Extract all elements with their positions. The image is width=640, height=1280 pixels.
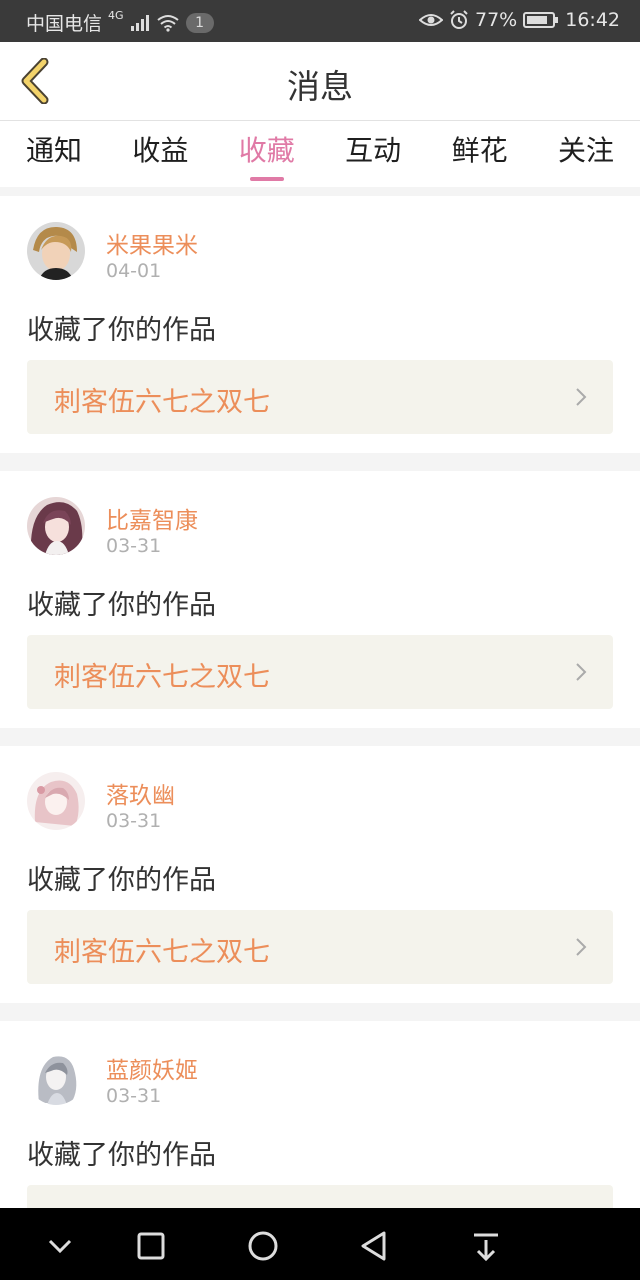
- tab-earnings[interactable]: 收益: [132, 121, 188, 187]
- square-icon: [137, 1232, 165, 1260]
- message-card: 蓝颜妖姬 03-31 收藏了你的作品: [0, 1021, 640, 1259]
- message-card: 比嘉智康 03-31 收藏了你的作品 刺客伍六七之双七: [0, 471, 640, 728]
- tab-favorites[interactable]: 收藏: [239, 121, 295, 187]
- message-date: 04-01: [106, 260, 162, 282]
- status-bar: 中国电信 4G 1 77% 16:42: [0, 0, 640, 42]
- message-card: 米果果米 04-01 收藏了你的作品 刺客伍六七之双七: [0, 196, 640, 453]
- tab-notifications[interactable]: 通知: [26, 121, 82, 187]
- message-text: 收藏了你的作品: [27, 315, 216, 346]
- top-bar: 消息: [0, 42, 640, 121]
- avatar[interactable]: [27, 497, 85, 555]
- eye-icon: [419, 11, 443, 29]
- work-title: 刺客伍六七之双七: [54, 387, 270, 418]
- chevron-right-icon: [576, 938, 587, 956]
- clock: 16:42: [565, 9, 620, 31]
- avatar[interactable]: [27, 1047, 85, 1105]
- message-card: 落玖幽 03-31 收藏了你的作品 刺客伍六七之双七: [0, 746, 640, 1003]
- username[interactable]: 蓝颜妖姬: [106, 1051, 198, 1085]
- back-nav-button[interactable]: [354, 1226, 394, 1266]
- work-link[interactable]: 刺客伍六七之双七: [27, 635, 613, 709]
- message-date: 03-31: [106, 535, 162, 557]
- wifi-icon: [156, 14, 180, 32]
- username[interactable]: 比嘉智康: [106, 501, 198, 535]
- work-link[interactable]: 刺客伍六七之双七: [27, 910, 613, 984]
- hide-nav-button[interactable]: [40, 1226, 80, 1266]
- battery-icon: [523, 11, 559, 29]
- page-title: 消息: [287, 67, 353, 106]
- circle-icon: [248, 1231, 278, 1261]
- tab-interactions[interactable]: 互动: [345, 121, 401, 187]
- work-title: 刺客伍六七之双七: [54, 937, 270, 968]
- chevron-right-icon: [576, 663, 587, 681]
- chevron-right-icon: [576, 388, 587, 406]
- message-date: 03-31: [106, 810, 162, 832]
- triangle-back-icon: [361, 1231, 386, 1261]
- tab-follows[interactable]: 关注: [558, 121, 614, 187]
- message-date: 03-31: [106, 1085, 162, 1107]
- work-title: 刺客伍六七之双七: [54, 662, 270, 693]
- battery-percent: 77%: [475, 9, 518, 31]
- avatar[interactable]: [27, 772, 85, 830]
- notification-pull-button[interactable]: [466, 1226, 506, 1266]
- signal-icon: [130, 14, 150, 32]
- message-text: 收藏了你的作品: [27, 865, 216, 896]
- home-button[interactable]: [243, 1226, 283, 1266]
- recent-apps-button[interactable]: [131, 1226, 171, 1266]
- avatar[interactable]: [27, 222, 85, 280]
- chevron-down-icon: [48, 1239, 72, 1254]
- message-text: 收藏了你的作品: [27, 590, 216, 621]
- system-nav-bar: [0, 1208, 640, 1280]
- network-label: 4G: [108, 9, 124, 22]
- alarm-icon: [449, 10, 469, 30]
- notification-badge: 1: [185, 12, 214, 33]
- work-link[interactable]: 刺客伍六七之双七: [27, 360, 613, 434]
- username[interactable]: 落玖幽: [106, 776, 175, 810]
- username[interactable]: 米果果米: [106, 226, 198, 260]
- carrier-label: 中国电信: [26, 13, 103, 35]
- tab-flowers[interactable]: 鲜花: [452, 121, 508, 187]
- pull-down-icon: [474, 1233, 498, 1262]
- message-text: 收藏了你的作品: [27, 1140, 216, 1171]
- tab-bar: 通知 收益 收藏 互动 鲜花 关注: [0, 121, 640, 187]
